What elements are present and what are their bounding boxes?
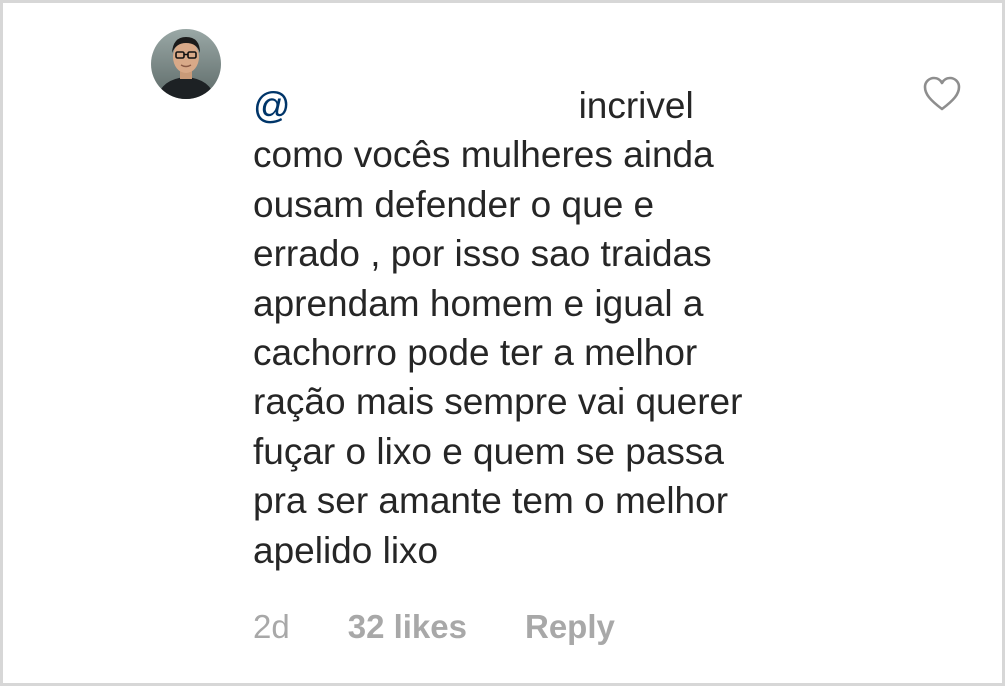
comment-line: @ incrivel: [253, 81, 893, 130]
redacted-username: [290, 92, 579, 122]
comment-meta: 2d 32 likes Reply: [253, 608, 615, 646]
comment-line: aprendam homem e igual a: [253, 282, 704, 324]
comment-line: fuçar o lixo e quem se passa: [253, 430, 724, 472]
avatar[interactable]: [151, 29, 221, 99]
like-button[interactable]: [922, 75, 962, 113]
comment-line: ração mais sempre vai querer: [253, 381, 743, 423]
username-mention[interactable]: @: [253, 85, 291, 126]
user-avatar-image: [151, 29, 221, 99]
comment-line: cachorro pode ter a melhor: [253, 331, 698, 373]
comment-line-text: incrivel: [578, 85, 694, 126]
comment-line: ousam defender o que e: [253, 183, 655, 225]
comment-line: como vocês mulheres ainda: [253, 134, 714, 176]
heart-outline-icon: [923, 76, 961, 111]
reply-button[interactable]: Reply: [525, 608, 615, 646]
likes-count-link[interactable]: 32 likes: [348, 608, 467, 646]
comment-line: pra ser amante tem o melhor: [253, 480, 729, 522]
comment-card: @ incrivel como vocês mulheres ainda ousa…: [0, 0, 1005, 686]
comment-text: @ incrivel como vocês mulheres ainda ousa…: [253, 81, 893, 575]
comment-line: errado , por isso sao traidas: [253, 233, 712, 275]
comment-timestamp: 2d: [253, 608, 290, 645]
comment-line: apelido lixo: [253, 529, 439, 571]
